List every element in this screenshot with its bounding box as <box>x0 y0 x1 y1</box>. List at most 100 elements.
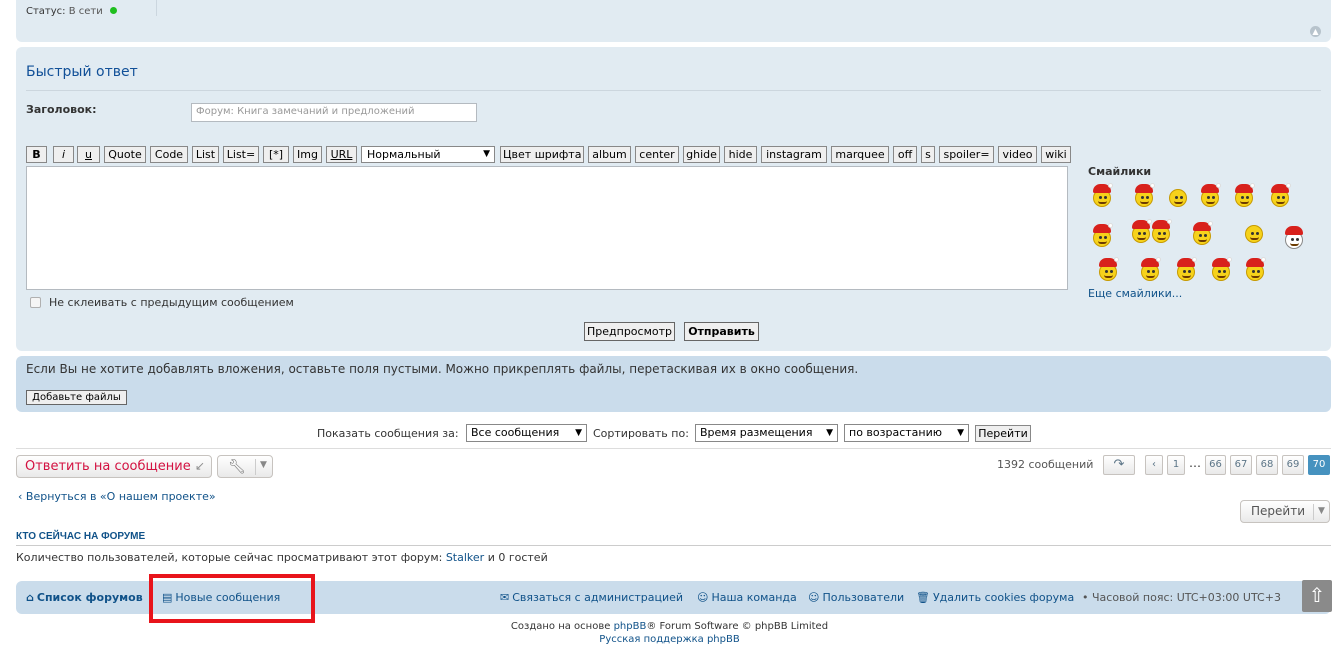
show-posts-value: Все сообщения <box>471 426 560 439</box>
font-size-select[interactable]: Нормальный ▼ <box>361 146 495 163</box>
message-textarea[interactable] <box>26 166 1068 290</box>
smiley-icon[interactable] <box>1190 221 1214 245</box>
sort-order-select[interactable]: по возрастанию ▼ <box>844 424 969 442</box>
trash-icon: 🗑︎ <box>916 591 930 604</box>
divider <box>26 90 1321 91</box>
return-link[interactable]: ‹ Вернуться в «О нашем проекте» <box>18 490 216 503</box>
smiley-icon[interactable] <box>1232 183 1256 207</box>
font-size-value: Нормальный <box>367 148 441 161</box>
page-link[interactable]: 67 <box>1230 455 1252 475</box>
show-posts-select[interactable]: Все сообщения ▼ <box>466 424 587 442</box>
home-icon: ⌂ <box>26 591 34 604</box>
scroll-to-top-icon[interactable]: ⇧ <box>1302 580 1332 612</box>
instagram-button[interactable]: instagram <box>761 146 827 163</box>
jump-to-label: Перейти <box>1251 504 1305 518</box>
smiley-icon[interactable] <box>1132 183 1156 207</box>
smiley-icon[interactable] <box>1242 219 1266 243</box>
prev-page-icon[interactable]: ‹ <box>1145 455 1163 475</box>
users-icon: ☺ <box>808 591 820 604</box>
smiley-icon[interactable] <box>1166 183 1190 207</box>
contact-admin-label: Связаться с администрацией <box>512 591 684 604</box>
no-merge-option[interactable]: Не склеивать с предыдущим сообщением <box>30 296 294 309</box>
sort-go-button[interactable]: Перейти <box>975 425 1031 442</box>
add-files-button[interactable]: Добавьте файлы <box>26 390 127 405</box>
page-link[interactable]: 1 <box>1167 455 1185 475</box>
url-button[interactable]: URL <box>326 146 357 163</box>
forum-index-link[interactable]: ⌂ Список форумов <box>26 591 143 604</box>
team-icon: ☺ <box>697 591 709 604</box>
smiley-icon[interactable] <box>1138 257 1162 281</box>
ru-support-line: Русская поддержка phpBB <box>0 633 1339 646</box>
bold-button[interactable]: B <box>26 146 47 163</box>
smiley-icon[interactable] <box>1282 225 1306 249</box>
timezone-label: Часовой пояс: UTC+03:00 UTC+3 <box>1092 591 1281 604</box>
back-to-top-icon[interactable]: ▲ <box>1310 26 1321 37</box>
sort-by-select[interactable]: Время размещения ▼ <box>695 424 838 442</box>
smiley-icon[interactable] <box>1198 183 1222 207</box>
hide-button[interactable]: hide <box>724 146 757 163</box>
who-online-text: Количество пользователей, которые сейчас… <box>16 551 548 564</box>
page-link[interactable]: 66 <box>1205 455 1226 475</box>
jump-to-page-icon[interactable]: ↷ <box>1103 455 1135 475</box>
wiki-button[interactable]: wiki <box>1041 146 1071 163</box>
page-link[interactable]: 68 <box>1256 455 1278 475</box>
bullet: • <box>1082 591 1092 604</box>
dropdown-arrow-icon: ▼ <box>483 149 490 159</box>
status-row: Статус: В сети <box>26 6 117 17</box>
smiley-icon[interactable] <box>1268 183 1292 207</box>
ru-support-link[interactable]: Русская поддержка phpBB <box>599 634 739 645</box>
smiley-icon[interactable] <box>1243 257 1267 281</box>
list-ordered-button[interactable]: List= <box>223 146 259 163</box>
page-ellipsis: … <box>1189 456 1201 470</box>
quote-button[interactable]: Quote <box>104 146 146 163</box>
post-count: 1392 сообщений <box>997 458 1094 471</box>
video-button[interactable]: video <box>998 146 1037 163</box>
dropdown-arrow-icon: ▼ <box>826 428 833 438</box>
copyright-prefix: Создано на основе <box>510 621 614 632</box>
online-user-link[interactable]: Stalker <box>446 551 484 564</box>
phpbb-link[interactable]: phpBB <box>614 621 647 632</box>
copyright: Создано на основе phpBB® Forum Software … <box>0 620 1339 646</box>
topic-tools-button[interactable]: 🔧︎ ▼ <box>217 455 273 478</box>
smiley-icon[interactable] <box>1149 219 1173 243</box>
forum-index-label: Список форумов <box>36 591 143 604</box>
center-button[interactable]: center <box>635 146 679 163</box>
sort-by-label: Сортировать по: <box>593 427 689 440</box>
smiley-icon[interactable] <box>1209 257 1233 281</box>
marquee-button[interactable]: marquee <box>831 146 889 163</box>
jump-to-button[interactable]: Перейти ▼ <box>1240 500 1330 523</box>
album-button[interactable]: album <box>588 146 631 163</box>
code-button[interactable]: Code <box>150 146 188 163</box>
submit-button[interactable]: Отправить <box>684 322 759 341</box>
list-button[interactable]: List <box>192 146 219 163</box>
italic-button[interactable]: i <box>53 146 74 163</box>
list-item-button[interactable]: [*] <box>263 146 289 163</box>
who-online-title: КТО СЕЙЧАС НА ФОРУМЕ <box>16 531 146 542</box>
more-smilies-link[interactable]: Еще смайлики... <box>1088 287 1182 300</box>
post-reply-button[interactable]: Ответить на сообщение ↙ <box>16 455 212 478</box>
contact-admin-link[interactable]: ✉ Связаться с администрацией <box>500 591 683 604</box>
off-button[interactable]: off <box>893 146 917 163</box>
ghide-button[interactable]: ghide <box>683 146 720 163</box>
smiley-icon[interactable] <box>1090 223 1114 247</box>
online-dot-icon <box>109 7 117 14</box>
subject-label: Заголовок: <box>26 103 97 116</box>
strike-button[interactable]: s <box>921 146 935 163</box>
img-button[interactable]: Img <box>293 146 322 163</box>
smiley-icon[interactable] <box>1174 257 1198 281</box>
smiley-icon[interactable] <box>1096 257 1120 281</box>
team-link[interactable]: ☺ Наша команда <box>697 591 797 604</box>
delete-cookies-link[interactable]: 🗑︎ Удалить cookies форума <box>916 591 1074 604</box>
spoiler-button[interactable]: spoiler= <box>939 146 994 163</box>
smiley-icon[interactable] <box>1090 183 1114 207</box>
smilies-label: Смайлики <box>1088 165 1152 178</box>
copyright-line: Создано на основе phpBB® Forum Software … <box>0 620 1339 633</box>
subject-input[interactable]: Форум: Книга замечаний и предложений <box>191 103 477 122</box>
members-link[interactable]: ☺ Пользователи <box>808 591 904 604</box>
preview-button[interactable]: Предпросмотр <box>584 322 675 341</box>
profile-panel: Статус: В сети ▲ <box>16 0 1331 42</box>
page-link[interactable]: 69 <box>1282 455 1304 475</box>
no-merge-checkbox[interactable] <box>30 297 41 308</box>
font-color-button[interactable]: Цвет шрифта <box>500 146 584 163</box>
underline-button[interactable]: u <box>77 146 100 163</box>
